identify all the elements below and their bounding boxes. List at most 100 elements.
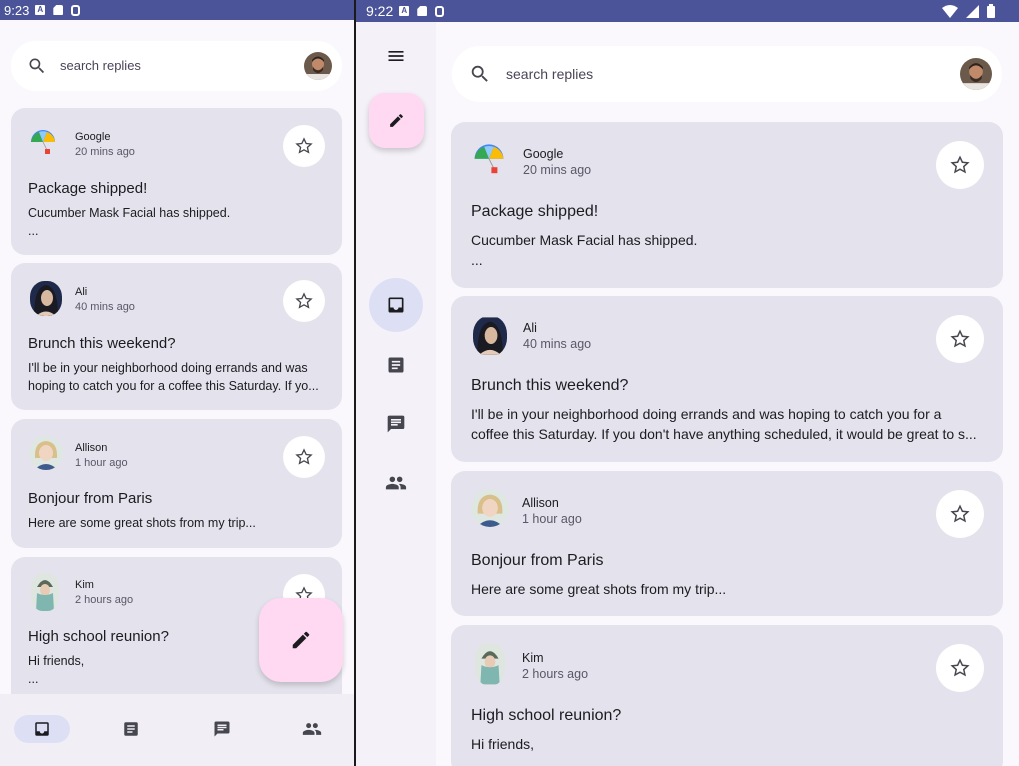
star-icon: [295, 137, 313, 154]
star-icon: [950, 504, 970, 523]
email-sender: Google: [523, 147, 564, 161]
status-time: 9:23: [4, 2, 30, 18]
sender-avatar: [471, 489, 509, 527]
sender-avatar: [29, 436, 63, 470]
email-sender: Ali: [75, 286, 88, 298]
signal-icon: [966, 4, 979, 18]
sender-avatar: [30, 281, 62, 316]
email-sender: Google: [75, 131, 111, 143]
email-card[interactable]: Kim 2 hours ago High school reunion? Hi …: [451, 625, 1003, 766]
email-time: 40 mins ago: [75, 301, 135, 313]
notification-a-icon: A: [399, 6, 410, 16]
nav-contacts[interactable]: [382, 469, 410, 497]
email-time: 20 mins ago: [75, 146, 135, 158]
email-subject: Bonjour from Paris: [471, 552, 604, 569]
inbox-icon: [388, 297, 404, 313]
navigation-rail: [356, 22, 436, 766]
email-time: 2 hours ago: [522, 667, 589, 681]
email-body: Hi friends,: [471, 736, 535, 752]
nav-contacts[interactable]: [298, 715, 326, 743]
battery-icon: [987, 4, 995, 18]
chat-icon: [214, 721, 230, 737]
phone-screen: 9:23 A search replies Google 20 mins ago…: [0, 0, 354, 766]
people-icon: [385, 476, 407, 490]
email-subject: Brunch this weekend?: [471, 377, 629, 394]
inbox-icon: [35, 722, 49, 736]
edit-icon: [292, 631, 310, 649]
notification-a-icon: A: [35, 5, 46, 15]
notification-s-icon: [435, 5, 445, 17]
sd-card-icon: [53, 5, 64, 15]
tablet-screen: 9:22 A search replies Google 20 mins ago…: [356, 0, 1019, 766]
sender-avatar: [473, 316, 507, 356]
email-sender: Allison: [522, 496, 559, 510]
profile-avatar[interactable]: [304, 52, 332, 80]
search-bar[interactable]: search replies: [452, 46, 1002, 102]
status-time: 9:22: [366, 3, 394, 19]
email-subject: Package shipped!: [28, 180, 148, 197]
menu-icon: [388, 51, 404, 61]
search-placeholder: search replies: [60, 58, 141, 73]
nav-articles[interactable]: [117, 715, 145, 743]
sender-avatar: [31, 573, 59, 611]
email-time: 40 mins ago: [523, 337, 592, 351]
star-button[interactable]: [936, 490, 984, 538]
star-icon: [950, 658, 970, 677]
wifi-icon: [942, 4, 958, 18]
star-button[interactable]: [936, 644, 984, 692]
status-icons: [942, 4, 995, 18]
email-subject: Brunch this weekend?: [28, 335, 176, 352]
star-icon: [950, 155, 970, 174]
status-bar: 9:22 A: [356, 0, 1019, 22]
star-icon: [295, 448, 313, 465]
email-card[interactable]: Allison 1 hour ago Bonjour from Paris He…: [451, 471, 1003, 616]
star-button[interactable]: [936, 141, 984, 189]
email-time: 20 mins ago: [523, 163, 592, 177]
search-icon: [471, 65, 488, 82]
email-card[interactable]: Ali 40 mins ago Brunch this weekend? I'l…: [11, 263, 342, 410]
star-button[interactable]: [283, 125, 325, 167]
email-subject: High school reunion?: [471, 707, 622, 724]
star-button[interactable]: [283, 436, 325, 478]
nav-chat[interactable]: [382, 410, 410, 438]
email-card[interactable]: Google 20 mins ago Package shipped! Cucu…: [11, 108, 342, 255]
email-sender: Ali: [523, 321, 537, 335]
compose-fab[interactable]: [259, 598, 343, 682]
search-placeholder: search replies: [506, 66, 594, 82]
article-icon: [124, 722, 138, 736]
email-card[interactable]: Google 20 mins ago Package shipped! Cucu…: [451, 122, 1003, 288]
sd-card-icon: [417, 6, 428, 16]
compose-fab[interactable]: [369, 93, 424, 148]
star-button[interactable]: [936, 315, 984, 363]
profile-avatar[interactable]: [960, 58, 992, 90]
email-sender: Allison: [75, 442, 108, 454]
star-button[interactable]: [283, 280, 325, 322]
email-body: I'll be in your neighborhood doing erran…: [28, 361, 319, 393]
nav-chat[interactable]: [208, 715, 236, 743]
google-logo: [471, 142, 507, 178]
email-body: Cucumber Mask Facial has shipped. ...: [28, 206, 231, 238]
email-sender: Kim: [75, 579, 94, 591]
nav-inbox[interactable]: [369, 278, 423, 332]
search-bar[interactable]: search replies: [11, 41, 342, 91]
notification-s-icon: [71, 4, 81, 16]
chat-icon: [387, 415, 405, 433]
email-time: 2 hours ago: [75, 594, 134, 606]
people-icon: [302, 723, 322, 735]
email-card[interactable]: Allison 1 hour ago Bonjour from Paris He…: [11, 419, 342, 548]
email-body: Cucumber Mask Facial has shipped. ...: [471, 232, 698, 268]
email-card[interactable]: Ali 40 mins ago Brunch this weekend? I'l…: [451, 296, 1003, 462]
bottom-navigation: [0, 694, 354, 766]
email-body: Here are some great shots from my trip..…: [28, 516, 256, 530]
status-bar: 9:23 A: [0, 0, 354, 20]
email-time: 1 hour ago: [75, 457, 128, 469]
nav-inbox[interactable]: [14, 715, 70, 743]
article-icon: [388, 357, 404, 373]
email-body: Here are some great shots from my trip..…: [471, 581, 727, 597]
email-sender: Kim: [522, 651, 544, 665]
edit-icon: [390, 114, 403, 127]
email-body: I'll be in your neighborhood doing erran…: [471, 406, 977, 442]
menu-button[interactable]: [382, 42, 410, 70]
google-logo: [28, 128, 58, 158]
nav-articles[interactable]: [382, 351, 410, 379]
